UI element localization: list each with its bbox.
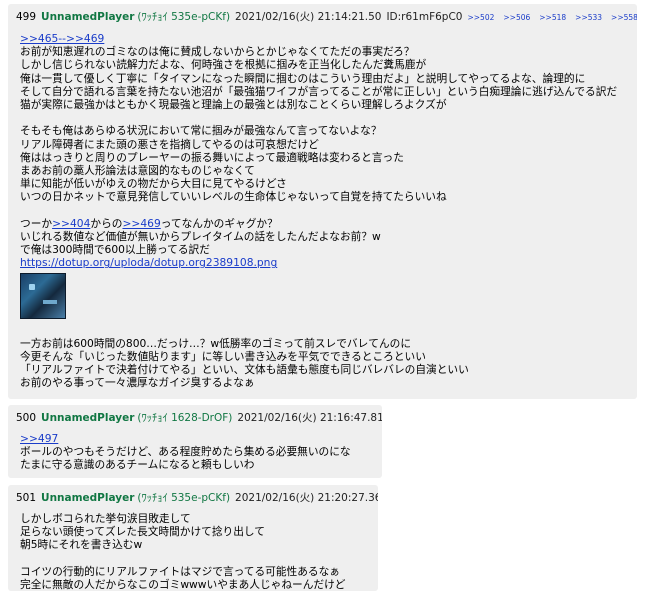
post-header: 501 UnnamedPlayer (ﾜｯﾁｮｲ 535e-pCKf) 2021/02… [16, 491, 378, 505]
post-text-line: 猫が実際に最強かはともかく現最強と理論上の最強とは別なことくらい理解しろよクズが [20, 98, 447, 112]
post-date: 2021/02/16(火) 21:20:27.36 [235, 492, 378, 504]
reply-anchor-line: >>465-->>469 [20, 32, 629, 45]
post-text-line: 「リアルファイトで決着付けてやる」といい、文体も語彙も態度も同じバレバレの自演と… [20, 363, 469, 377]
text-fragment: つーか [20, 216, 53, 230]
poster-trip: (ﾜｯﾁｮｲ 1628-DrOF) [137, 412, 233, 424]
text-fragment: からの [90, 216, 123, 230]
image-thumbnail[interactable] [20, 272, 66, 319]
post-text-line: 単に知能が低いがゆえの物だから大目に見てやるけどさ [20, 177, 287, 191]
post-text-line: そもそも俺はあらゆる状況において常に掴みが最強なんて言ってないよな？ [20, 124, 382, 138]
post-text-line: お前が知恵遅れのゴミなのは俺に賛成しないからとかじゃなくてただの事実だろ？ [20, 45, 415, 59]
post-text-line: しかしボコられた挙句涙目敗走して [20, 512, 191, 525]
post-date: 2021/02/16(火) 21:16:47.81 [237, 412, 382, 424]
post-499: 499 UnnamedPlayer (ﾜｯﾁｮｲ 535e-pCKf) 2021/02… [8, 4, 637, 399]
post-501: 501 UnnamedPlayer (ﾜｯﾁｮｲ 535e-pCKf) 2021/02… [8, 485, 378, 591]
poster-trip: (ﾜｯﾁｮｲ 535e-pCKf) [137, 11, 231, 23]
backref-link[interactable]: >>502 [467, 11, 494, 25]
post-text-line: いつの日かネットで意見発信していいレベルの生命体じゃないって自覚を持てたらいいね [20, 190, 447, 204]
post-text-line: 朝5時にそれを書き込むw [20, 538, 143, 552]
post-header: 499 UnnamedPlayer (ﾜｯﾁｮｲ 535e-pCKf) 2021/02… [16, 10, 637, 25]
post-text-line: 完全に無敵の人だからなこのゴミwwwいやまあ人じゃねーんだけど [20, 578, 346, 591]
backref-list: >>502 >>506 >>518 >>533 >>558 [467, 11, 637, 25]
post-text-line: 足らない頭使ってズレた長文時間かけて捻り出して [20, 525, 265, 539]
post-text-line: リアル障碍者にまた頭の悪さを指摘してやるのは可哀想だけど [20, 137, 319, 151]
backref-link[interactable]: >>533 [575, 11, 602, 25]
reply-anchor-link[interactable]: >>465-->>469 [20, 32, 104, 45]
post-text-line: 一方お前は600時間の800…だっけ…？w低勝率のゴミって前スレでバレてんのに [20, 336, 412, 350]
poster-name: UnnamedPlayer [41, 492, 135, 504]
post-body: しかしボコられた挙句涙目敗走して 足らない頭使ってズレた長文時間かけて捻り出して朝… [20, 512, 370, 591]
backref-link[interactable]: >>558 [611, 11, 637, 25]
post-number[interactable]: 501 [16, 491, 36, 505]
post-header: 500 UnnamedPlayer (ﾜｯﾁｮｲ 1628-DrOF) 2021/02… [16, 411, 382, 425]
post-number[interactable]: 499 [16, 10, 36, 24]
post-text-line: で俺は300時間で600以上勝ってる訳だ [20, 243, 210, 257]
reply-anchor-link[interactable]: >>469 [122, 217, 160, 230]
post-number[interactable]: 500 [16, 411, 36, 425]
poster-name: UnnamedPlayer [41, 412, 135, 424]
post-text-line: コイツの行動的にリアルファイトはマジで言ってる可能性あるなぁ [20, 564, 340, 578]
image-url-link[interactable]: https://dotup.org/uploda/dotup.org238910… [20, 256, 277, 269]
poster-name: UnnamedPlayer [41, 11, 135, 23]
post-text-line: 今更そんな「いじった数値貼ります」に等しい書き込みを平気でできるところといい [20, 350, 426, 364]
reply-anchor-link[interactable]: >>497 [20, 432, 58, 445]
backref-link[interactable]: >>506 [503, 11, 530, 25]
post-text-line: 俺は一貫して優しく丁寧に「タイマンになった瞬間に掴むのはこういう理由だよ」と説明… [20, 71, 586, 85]
post-text-line: お前のやる事って一々濃厚なガイジ臭するよなぁ [20, 376, 255, 390]
post-text-line: そして自分で語れる言葉を持たない池沼が「最強猫ワイフが言ってることが常に正しい」… [20, 84, 618, 98]
poster-trip: (ﾜｯﾁｮｲ 535e-pCKf) [137, 492, 231, 504]
poster-id[interactable]: ID:r61mF6pC0 [386, 10, 462, 24]
post-text-line: たまに守る意識のあるチームになると頼もしいわ [20, 458, 255, 472]
post-500: 500 UnnamedPlayer (ﾜｯﾁｮｲ 1628-DrOF) 2021/02… [8, 405, 382, 478]
post-text-line: 俺ははっきりと周りのプレーヤーの振る舞いによって最適戦略は変わると言った [20, 150, 404, 164]
text-fragment: ってなんかのギャグか？ [160, 216, 278, 230]
post-text-line: つーか>>404からの>>469ってなんかのギャグか？ [20, 217, 629, 230]
post-text-line: いじれる数値など価値が無いからプレイタイムの話をしたんだよなお前？w [20, 230, 381, 244]
url-line: https://dotup.org/uploda/dotup.org238910… [20, 256, 629, 269]
backref-link[interactable]: >>518 [539, 11, 566, 25]
post-text-line: ボールのやつもそうだけど、ある程度貯めたら集める必要無いのにな [20, 445, 351, 459]
post-text-line: しかし信じられない読解力だよな、何時強さを根拠に掴みを正当化したんだ糞馬鹿が [20, 58, 427, 72]
reply-anchor-link[interactable]: >>404 [52, 217, 90, 230]
post-date: 2021/02/16(火) 21:14:21.50 [235, 11, 382, 23]
post-body: >>465-->>469 お前が知恵遅れのゴミなのは俺に賛成しないからとかじゃなく… [20, 32, 629, 399]
post-text-line: まあお前の藁人形論法は意図的なものじゃなくて [20, 164, 255, 178]
post-body: >>497 ボールのやつもそうだけど、ある程度貯めたら集める必要無いのにな たまに守… [20, 432, 374, 472]
reply-anchor-line: >>497 [20, 432, 374, 445]
